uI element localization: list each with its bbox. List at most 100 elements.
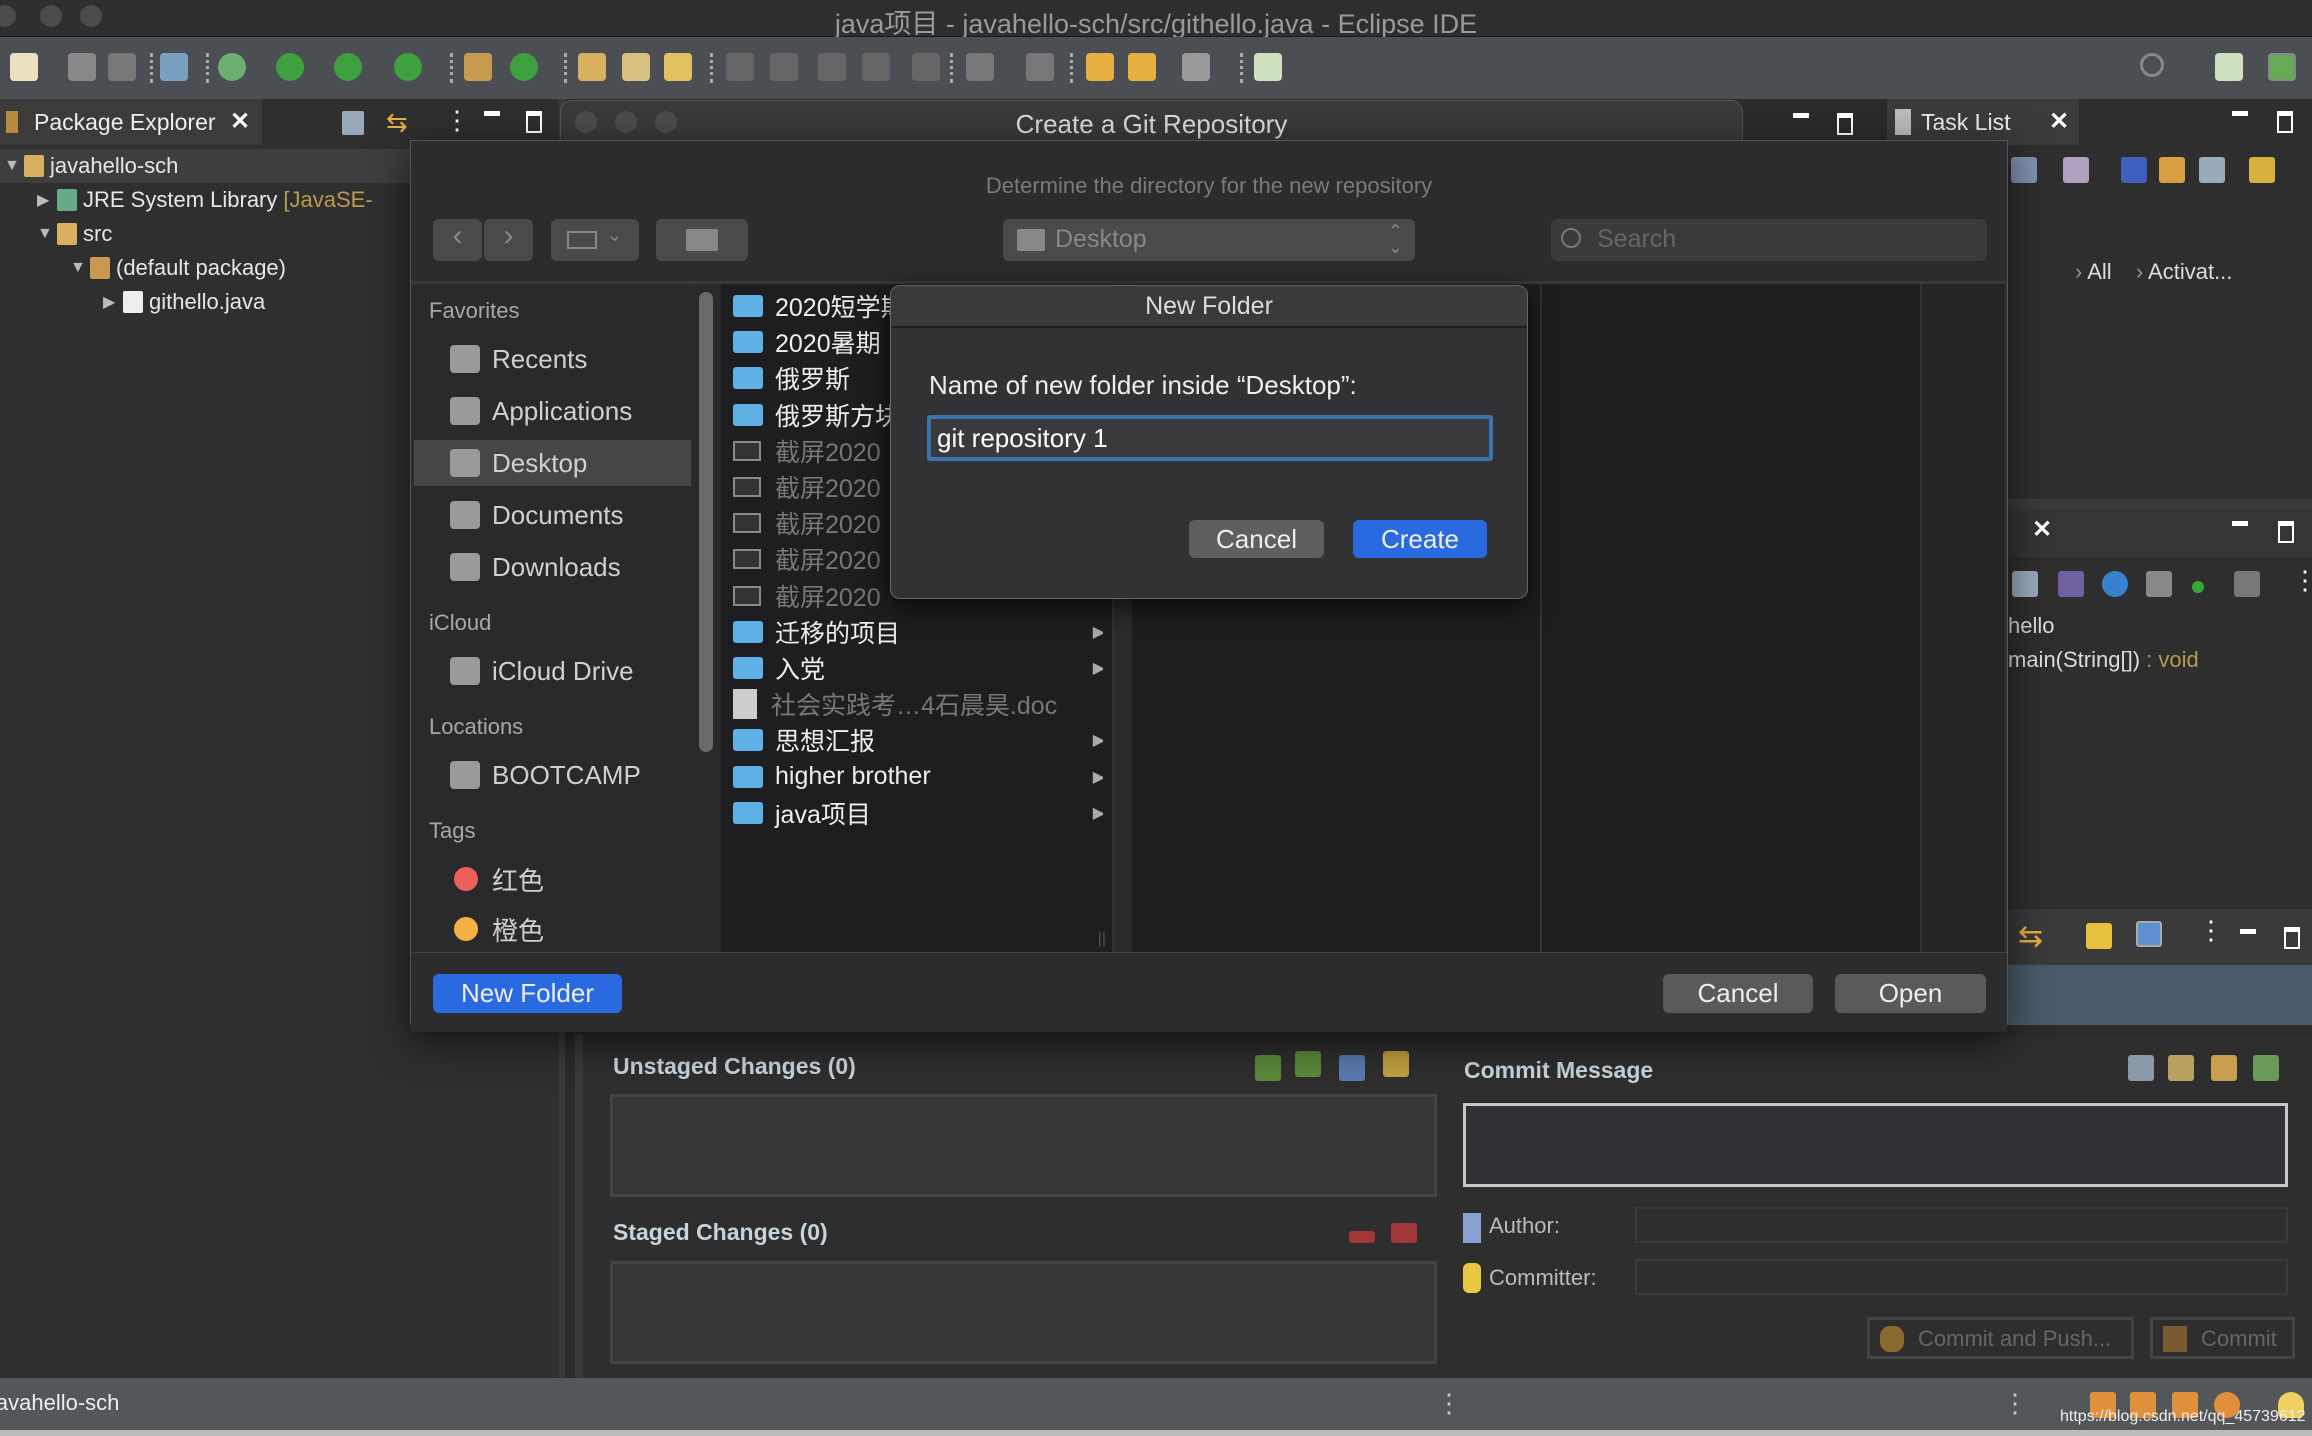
repository-icon[interactable] bbox=[2086, 923, 2112, 949]
cancel-button[interactable]: Cancel bbox=[1663, 974, 1813, 1013]
filter-activate-link[interactable]: Activat... bbox=[2148, 259, 2232, 284]
maximize-icon[interactable] bbox=[1837, 113, 1853, 135]
close-icon[interactable]: ✕ bbox=[230, 107, 250, 136]
sidebar-scrollbar[interactable] bbox=[699, 292, 713, 752]
save-all-icon[interactable] bbox=[108, 53, 136, 81]
collapse-all-icon[interactable] bbox=[2012, 571, 2038, 597]
new-folder-button[interactable]: New Folder bbox=[433, 974, 622, 1013]
sidebar-item-recents[interactable]: Recents bbox=[414, 336, 691, 382]
expand-down-icon[interactable]: ▼ bbox=[70, 259, 90, 277]
sidebar-item-desktop[interactable]: Desktop bbox=[414, 440, 691, 486]
sidebar-item-tag-orange[interactable]: 橙色 bbox=[414, 906, 691, 952]
filter-completed-icon[interactable] bbox=[2121, 157, 2147, 183]
close-icon[interactable]: ✕ bbox=[2049, 107, 2069, 136]
next-annotation-icon[interactable] bbox=[966, 53, 994, 81]
new-class-icon[interactable] bbox=[510, 53, 538, 81]
tab-task-list[interactable]: Task List ✕ bbox=[1887, 99, 2079, 145]
search-icon[interactable] bbox=[2140, 53, 2164, 77]
run-external-icon[interactable] bbox=[394, 53, 422, 81]
save-icon[interactable] bbox=[68, 53, 96, 81]
skip-breakpoints-icon[interactable] bbox=[160, 53, 188, 81]
cancel-button[interactable]: Cancel bbox=[1189, 520, 1324, 558]
tree-item[interactable]: ▶ JRE System Library [JavaSE- bbox=[37, 183, 373, 217]
minimize-icon[interactable] bbox=[2240, 929, 2256, 934]
collapse-all-icon[interactable] bbox=[2199, 157, 2225, 183]
sidebar-item-documents[interactable]: Documents bbox=[414, 492, 691, 538]
maximize-icon[interactable] bbox=[2284, 927, 2300, 949]
minimize-icon[interactable] bbox=[1793, 113, 1809, 118]
close-icon[interactable]: ✕ bbox=[2032, 515, 2052, 544]
tree-item[interactable]: ▼ src bbox=[37, 217, 112, 251]
layout-icon[interactable] bbox=[2136, 921, 2162, 947]
staged-files-list[interactable] bbox=[610, 1261, 1437, 1364]
hide-local-types-icon[interactable] bbox=[2234, 571, 2260, 597]
java-perspective-icon[interactable] bbox=[2268, 53, 2296, 81]
link-editor-icon[interactable]: ⇆ bbox=[386, 107, 408, 138]
signed-off-icon[interactable] bbox=[2128, 1055, 2154, 1081]
run-icon[interactable] bbox=[276, 53, 304, 81]
hide-static-icon[interactable] bbox=[2146, 571, 2172, 597]
open-task-icon[interactable] bbox=[622, 53, 650, 81]
maximize-icon[interactable] bbox=[2278, 521, 2294, 543]
debug-icon[interactable] bbox=[218, 53, 246, 81]
view-menu-icon[interactable]: ⋮ bbox=[2198, 915, 2224, 946]
sidebar-item-applications[interactable]: Applications bbox=[414, 388, 691, 434]
expand-down-icon[interactable]: ▼ bbox=[37, 225, 57, 243]
sync-icon[interactable] bbox=[2249, 157, 2275, 183]
maximize-icon[interactable] bbox=[526, 111, 542, 133]
committer-field[interactable] bbox=[1635, 1259, 2288, 1295]
sidebar-item-cloud[interactable]: iCloud Drive bbox=[414, 648, 691, 694]
show-mine-icon[interactable] bbox=[2159, 157, 2185, 183]
new-task-icon[interactable] bbox=[2011, 157, 2037, 183]
toggle-annotation-icon[interactable] bbox=[726, 53, 754, 81]
sync-icon[interactable]: ⇆ bbox=[2018, 919, 2043, 954]
back-button[interactable]: ‹ bbox=[433, 219, 482, 261]
status-menu-icon[interactable]: ⋮ bbox=[2002, 1388, 2028, 1419]
column-resize-handle[interactable]: || bbox=[1098, 930, 1106, 948]
minimize-icon[interactable] bbox=[2232, 111, 2248, 116]
hide-fields-icon[interactable] bbox=[2102, 571, 2128, 597]
expand-down-icon[interactable]: ▼ bbox=[4, 157, 24, 175]
view-menu-icon[interactable]: ⋮ bbox=[2292, 565, 2312, 596]
collapse-all-icon[interactable] bbox=[342, 111, 364, 135]
last-edit-icon[interactable] bbox=[1086, 53, 1114, 81]
file-item[interactable]: 思想汇报 ▶ bbox=[733, 722, 1103, 758]
folder-name-input[interactable] bbox=[927, 415, 1493, 461]
location-select[interactable]: Desktop ⌃ ⌄ bbox=[1003, 219, 1415, 261]
search-input[interactable]: Search bbox=[1551, 219, 1987, 261]
whitespace-icon[interactable] bbox=[862, 53, 890, 81]
minimize-icon[interactable] bbox=[2232, 521, 2248, 526]
amend-icon[interactable] bbox=[2168, 1055, 2194, 1081]
sort-icon[interactable] bbox=[2058, 571, 2084, 597]
filter-all-link[interactable]: All bbox=[2087, 259, 2111, 284]
forward-button[interactable]: › bbox=[484, 219, 533, 261]
sidebar-item-tag-red[interactable]: 红色 bbox=[414, 856, 691, 902]
mark-occurrences-icon[interactable] bbox=[770, 53, 798, 81]
new-folder-toolbar-button[interactable] bbox=[656, 219, 748, 261]
add-to-index-icon[interactable] bbox=[1255, 1055, 1281, 1081]
status-menu-icon[interactable]: ⋮ bbox=[1436, 1388, 1462, 1419]
hide-nonpublic-icon[interactable] bbox=[2192, 581, 2204, 593]
pilcrow-icon[interactable] bbox=[912, 53, 940, 81]
commit-button[interactable]: Commit bbox=[2150, 1317, 2295, 1359]
tree-item[interactable]: ▼ (default package) bbox=[70, 251, 286, 285]
sign-commit-icon[interactable] bbox=[2211, 1055, 2237, 1081]
remove-all-from-index-icon[interactable] bbox=[1391, 1223, 1417, 1243]
change-id-icon[interactable] bbox=[2253, 1055, 2279, 1081]
expand-right-icon[interactable]: ▶ bbox=[103, 292, 123, 312]
view-mode-button[interactable]: ⌄ bbox=[551, 219, 639, 261]
maximize-icon[interactable] bbox=[2277, 111, 2293, 133]
search-pen-icon[interactable] bbox=[664, 53, 692, 81]
new-package-icon[interactable] bbox=[464, 53, 492, 81]
file-item[interactable]: 迁移的项目 ▶ bbox=[733, 614, 1103, 650]
prev-annotation-icon[interactable] bbox=[1026, 53, 1054, 81]
commit-message-input[interactable] bbox=[1463, 1103, 2288, 1187]
sort-icon[interactable] bbox=[1383, 1051, 1409, 1077]
file-item[interactable]: 社会实践考…4石晨昊.doc bbox=[733, 686, 1103, 722]
outline-class-item[interactable]: hello bbox=[2008, 613, 2054, 639]
unstaged-files-list[interactable] bbox=[610, 1094, 1437, 1197]
file-item[interactable]: java项目 ▶ bbox=[733, 795, 1103, 831]
minimize-icon[interactable] bbox=[484, 111, 500, 116]
back-icon[interactable] bbox=[1128, 53, 1156, 81]
create-button[interactable]: Create bbox=[1353, 520, 1487, 558]
